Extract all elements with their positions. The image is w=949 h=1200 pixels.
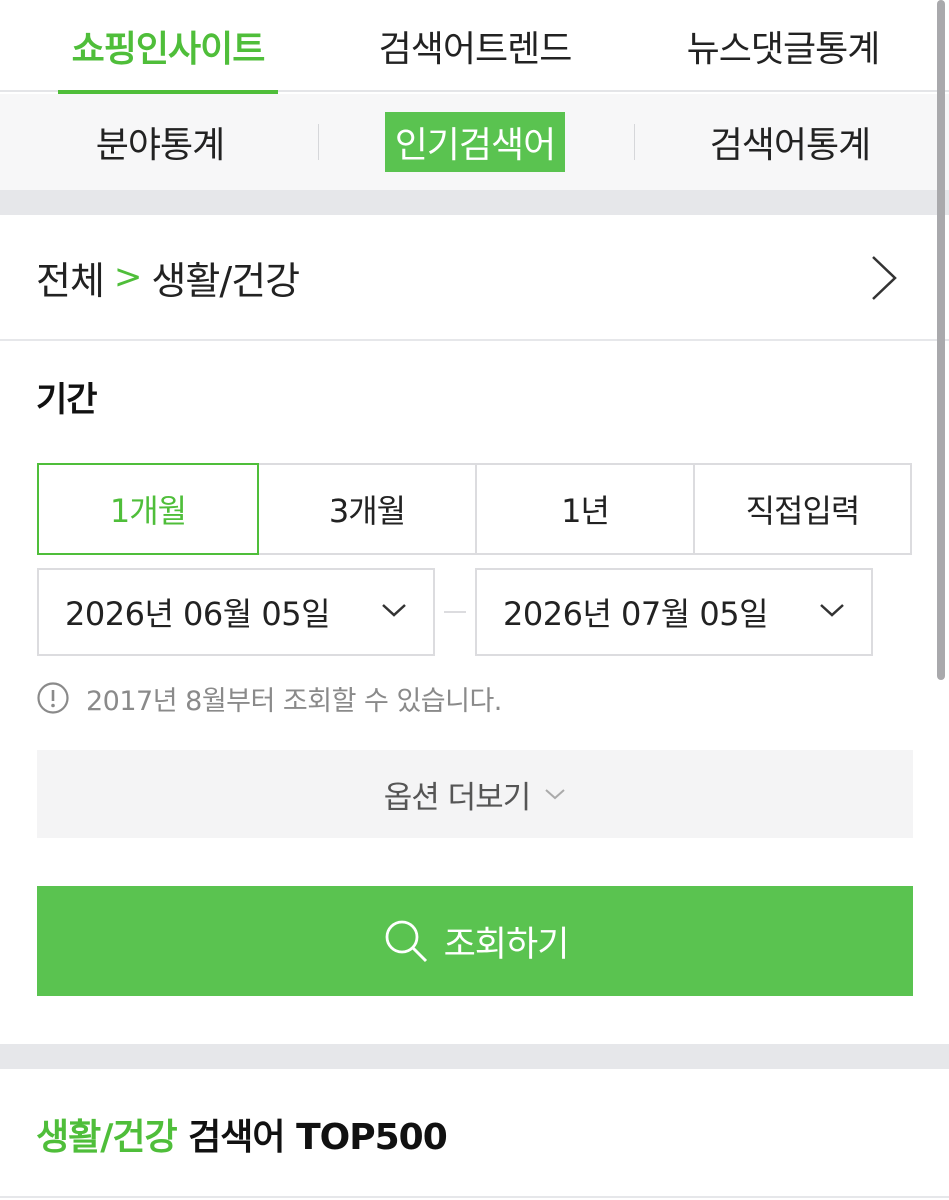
date-notice: 2017년 8월부터 조회할 수 있습니다. (36, 676, 502, 720)
info-icon (37, 682, 69, 714)
section-divider (0, 1044, 949, 1069)
date-range-dash (444, 611, 466, 613)
notice-text: 2017년 8월부터 조회할 수 있습니다. (86, 685, 502, 717)
top-tab-bar: 쇼핑인사이트 검색어트렌드 뉴스댓글통계 (0, 0, 949, 94)
tab-news-comment-stats[interactable]: 뉴스댓글통계 (668, 0, 898, 92)
period-custom-button[interactable]: 직접입력 (693, 463, 912, 555)
sub-tab-bar: 분야통계 인기검색어 검색어통계 (0, 94, 949, 190)
period-1-month-button[interactable]: 1개월 (37, 463, 259, 555)
category-breadcrumb[interactable]: 전체 > 생활/건강 (0, 215, 949, 341)
result-header: 생활/건강 검색어 TOP500 (36, 1108, 448, 1160)
chevron-down-icon (820, 604, 844, 617)
search-button[interactable]: 조회하기 (37, 886, 913, 996)
tab-label: 검색어트렌드 (378, 29, 573, 70)
subtab-divider (318, 124, 319, 160)
subtab-label: 검색어통계 (709, 125, 872, 166)
breadcrumb-current: 생활/건강 (151, 258, 300, 303)
subtab-keyword-stats[interactable]: 검색어통계 (690, 94, 890, 190)
subtab-label: 인기검색어 (384, 112, 566, 172)
divider (0, 1196, 949, 1198)
tab-search-trend[interactable]: 검색어트렌드 (360, 0, 590, 92)
period-title: 기간 (36, 380, 98, 420)
period-1-year-button[interactable]: 1년 (475, 463, 695, 555)
start-date-value: 2026년 06월 05일 (65, 595, 331, 633)
start-date-select[interactable]: 2026년 06월 05일 (37, 568, 435, 656)
breadcrumb-root: 전체 (36, 258, 105, 303)
subtab-divider (634, 124, 635, 160)
tab-label: 쇼핑인사이트 (71, 29, 266, 70)
section-divider (0, 190, 949, 215)
result-suffix: 검색어 TOP500 (176, 1117, 448, 1158)
search-button-label: 조회하기 (443, 924, 570, 965)
scrollbar[interactable] (937, 0, 945, 680)
chevron-down-icon (382, 604, 406, 617)
breadcrumb: 전체 > 생활/건강 (36, 250, 300, 305)
subtab-label: 분야통계 (95, 125, 225, 166)
more-options-label: 옵션 더보기 (383, 779, 531, 816)
breadcrumb-separator: > (113, 257, 142, 297)
period-button-group: 1개월 3개월 1년 직접입력 (37, 463, 912, 555)
subtab-category-stats[interactable]: 분야통계 (60, 94, 260, 190)
search-icon (385, 920, 427, 963)
period-3-months-button[interactable]: 3개월 (257, 463, 477, 555)
end-date-value: 2026년 07월 05일 (503, 595, 769, 633)
result-category: 생활/건강 (36, 1117, 178, 1158)
chevron-right-icon[interactable] (865, 253, 905, 303)
tab-shopping-insight[interactable]: 쇼핑인사이트 (58, 0, 278, 94)
tab-label: 뉴스댓글통계 (686, 29, 881, 70)
subtab-popular-keywords[interactable]: 인기검색어 (370, 94, 580, 190)
more-options-button[interactable]: 옵션 더보기 (37, 750, 913, 838)
chevron-down-icon (545, 789, 565, 800)
end-date-select[interactable]: 2026년 07월 05일 (475, 568, 873, 656)
